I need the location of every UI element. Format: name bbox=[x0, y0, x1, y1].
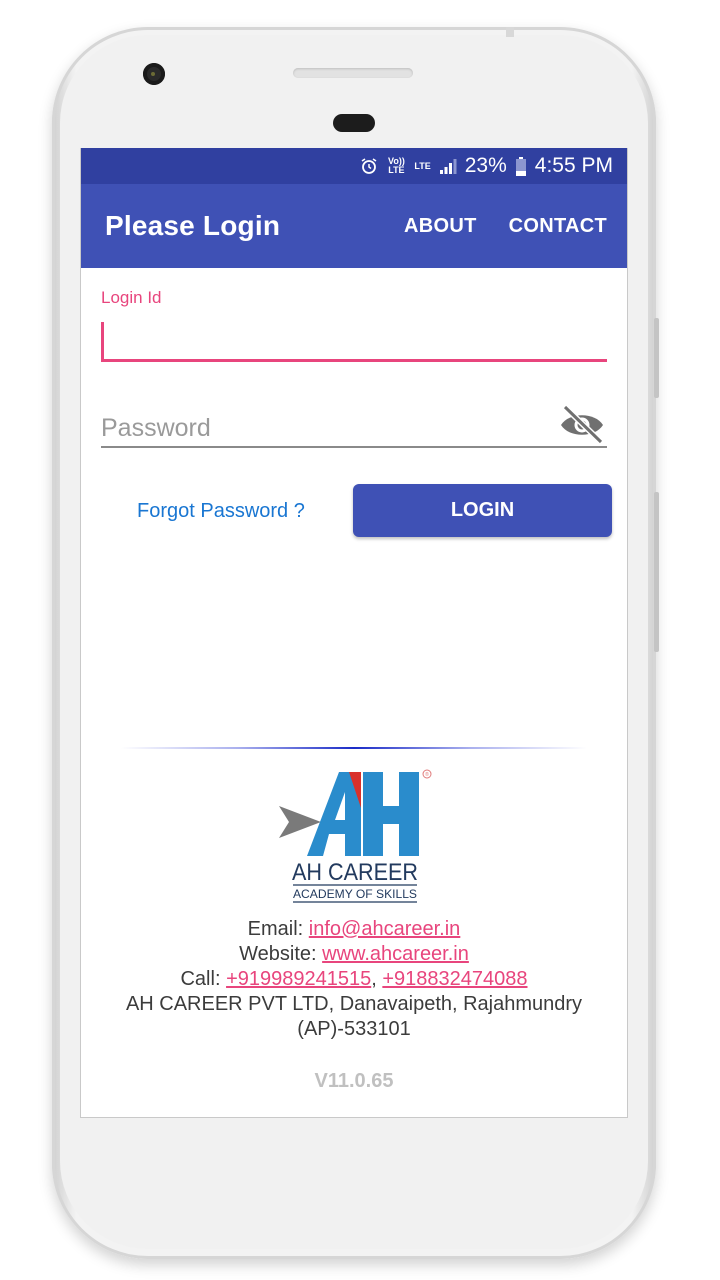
lte-icon: LTE bbox=[414, 160, 431, 171]
app-screen: Vo)) LTE LTE 23% 4:55 PM Please Login AB… bbox=[80, 148, 628, 1118]
about-menu-item[interactable]: ABOUT bbox=[404, 215, 477, 238]
website-label: Website: bbox=[239, 943, 323, 965]
svg-text:®: ® bbox=[425, 771, 429, 778]
logo-letter-a bbox=[307, 772, 361, 856]
logo-name: AH CAREER bbox=[292, 859, 418, 886]
phone-separator: , bbox=[371, 968, 383, 990]
front-camera bbox=[143, 63, 165, 85]
email-link[interactable]: info@ahcareer.in bbox=[309, 918, 461, 940]
password-placeholder: Password bbox=[101, 414, 211, 442]
app-version: V11.0.65 bbox=[314, 1070, 394, 1092]
battery-percent: 23% bbox=[464, 154, 507, 177]
password-input[interactable]: Password bbox=[101, 398, 607, 448]
text-cursor bbox=[101, 322, 104, 360]
logo-letter-h bbox=[381, 806, 401, 824]
login-id-label: Login Id bbox=[101, 288, 162, 307]
antenna-line bbox=[506, 27, 514, 37]
page-title: Please Login bbox=[105, 210, 281, 241]
signal-icon bbox=[439, 158, 457, 174]
email-label: Email: bbox=[247, 918, 309, 940]
call-label: Call: bbox=[180, 968, 227, 990]
battery-icon bbox=[515, 156, 527, 176]
contact-menu-item[interactable]: CONTACT bbox=[509, 215, 607, 238]
login-id-input[interactable] bbox=[101, 322, 607, 362]
volte-icon: Vo)) LTE bbox=[387, 156, 405, 175]
address-line-1: AH CAREER PVT LTD, Danavaipeth, Rajahmun… bbox=[125, 993, 583, 1015]
phone-link-1[interactable]: +919989241515 bbox=[226, 968, 371, 990]
forgot-password-link[interactable]: Forgot Password ? bbox=[137, 500, 305, 523]
login-button[interactable]: LOGIN bbox=[353, 484, 612, 537]
login-form: Login Id Password Forgot Password ? LOGI… bbox=[81, 268, 627, 1117]
contact-website-line: Website: www.ahcareer.in bbox=[81, 943, 627, 966]
power-button bbox=[654, 318, 659, 398]
divider bbox=[121, 747, 587, 749]
website-link[interactable]: www.ahcareer.in bbox=[322, 943, 469, 965]
address-line-2: (AP)-533101 bbox=[297, 1018, 411, 1040]
logo-tagline: ACADEMY OF SKILLS bbox=[293, 887, 417, 901]
visibility-off-icon[interactable] bbox=[559, 404, 605, 445]
earpiece-speaker bbox=[293, 68, 413, 78]
proximity-sensor bbox=[333, 114, 375, 132]
status-bar: Vo)) LTE LTE 23% 4:55 PM bbox=[81, 148, 627, 184]
contact-call-line: Call: +919989241515, +918832474088 bbox=[81, 968, 627, 991]
logo-arrow-shape bbox=[279, 806, 321, 838]
clock-time: 4:55 PM bbox=[534, 154, 613, 177]
ah-career-logo: ® AH CAREER ACADEMY OF SKILLS bbox=[277, 768, 433, 906]
contact-email-line: Email: info@ahcareer.in bbox=[81, 918, 627, 941]
phone-link-2[interactable]: +918832474088 bbox=[382, 968, 527, 990]
volume-button bbox=[654, 492, 659, 652]
alarm-icon bbox=[360, 157, 378, 175]
app-bar: Please Login ABOUT CONTACT bbox=[81, 184, 627, 268]
